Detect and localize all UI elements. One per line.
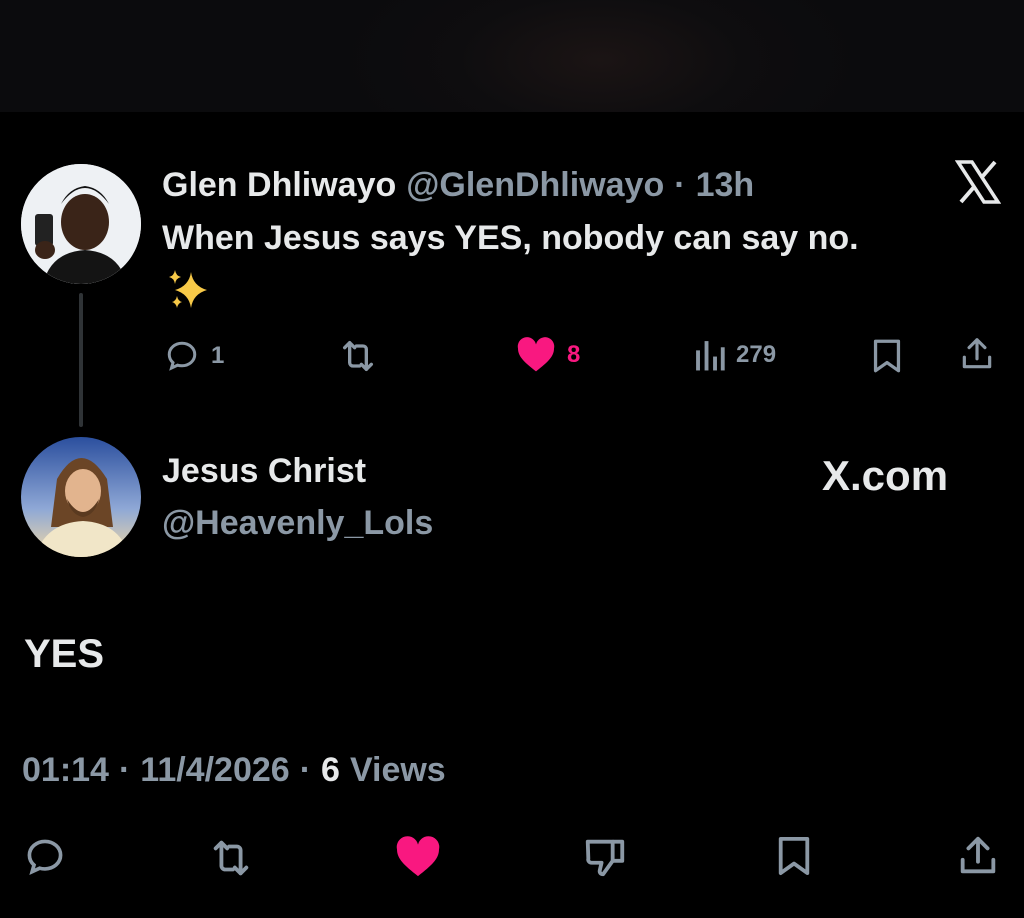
heart-filled-icon [396,836,440,877]
original-time-ago[interactable]: 13h [696,166,755,205]
meta-separator-1: · [118,751,131,789]
bookmark-button[interactable] [775,834,813,883]
reply-handle[interactable]: @Heavenly_Lols [162,504,433,543]
share-button[interactable] [955,832,1001,885]
like-count: 8 [567,341,581,368]
repost-action[interactable] [336,336,380,376]
repost-button[interactable] [206,835,256,886]
like-action[interactable]: 8 [515,337,580,373]
bookmark-icon [873,339,901,373]
reply-button[interactable] [22,835,68,884]
original-handle[interactable]: @GlenDhliwayo [406,166,664,205]
heart-filled-icon [517,337,555,372]
sparkles-emoji [165,268,213,317]
share-button[interactable] [958,334,996,379]
bookmark-button[interactable] [870,338,904,379]
share-icon [962,338,992,369]
reply-tweet-text: YES [24,632,105,676]
original-display-name[interactable]: Glen Dhliwayo [162,166,396,205]
repost-icon [213,840,249,876]
top-dim-band [0,0,1024,112]
xcom-text: X.com [822,452,949,499]
reply-action[interactable]: 1 [163,338,224,374]
tweet-time[interactable]: 01:14 [22,751,109,790]
views-label: Views [349,751,446,789]
brand-watermark: X.com [822,452,948,500]
header-separator: · [674,166,686,204]
tweet-meta: 01:14 · 11/4/2026 · 6 Views [22,751,446,790]
tweet-date[interactable]: 11/4/2026 [140,751,289,790]
jesus-avatar[interactable] [21,437,141,557]
analytics-icon [696,341,725,371]
reply-count: 1 [211,342,225,369]
original-tweet-text: When Jesus says YES, nobody can say no. [162,219,859,257]
bookmark-icon [778,837,810,875]
dislike-button[interactable] [582,834,628,885]
views-action[interactable]: 279 [694,338,776,372]
meta-separator-2: · [299,751,312,789]
views-count: 6 [321,751,340,789]
repost-icon [343,341,373,371]
reply-display-name[interactable]: Jesus Christ [162,452,366,491]
reply-icon [27,839,63,875]
x-logo-icon [954,160,1002,209]
view-count: 279 [736,341,777,368]
original-tweet-header: Glen Dhliwayo @GlenDhliwayo · 13h [162,166,754,205]
like-button[interactable] [394,836,442,883]
thread-connector-line [79,293,83,427]
glen-avatar[interactable] [21,164,141,284]
reply-icon [167,341,197,371]
share-icon [960,836,996,874]
thumbs-down-icon [585,839,625,877]
